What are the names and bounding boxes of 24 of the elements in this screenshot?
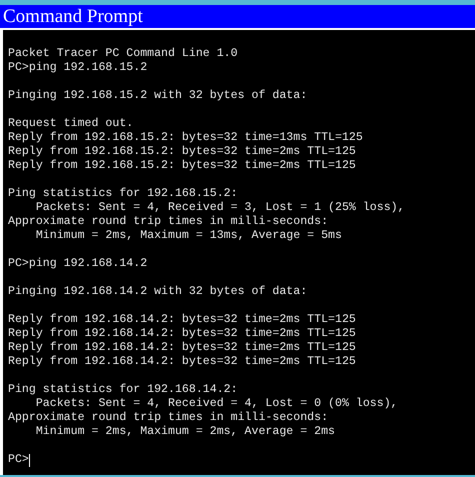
console-line: Packets: Sent = 4, Received = 4, Lost = 0 (0% loss),: [34, 397, 398, 411]
console-line: Ping statistics for 192.168.15.2:: [8, 187, 238, 201]
console-line: PC>ping 192.168.15.2: [8, 61, 148, 75]
console-line: Reply from 192.168.15.2: bytes=32 time=2ms TTL=125: [8, 159, 356, 173]
console-line: PC>ping 192.168.14.2: [8, 257, 148, 271]
console-line: Reply from 192.168.14.2: bytes=32 time=2ms TTL=125: [8, 341, 356, 355]
console-line: Request timed out.: [8, 117, 134, 131]
console-line: Packets: Sent = 4, Received = 3, Lost = 1 (25% loss),: [34, 201, 405, 215]
console-line: Minimum = 2ms, Maximum = 13ms, Average = 5ms: [34, 229, 342, 243]
console-line: Reply from 192.168.15.2: bytes=32 time=2ms TTL=125: [8, 145, 356, 159]
window-title: Command Prompt: [0, 5, 475, 28]
console-line: Ping statistics for 192.168.14.2:: [8, 383, 238, 397]
console-line: Reply from 192.168.14.2: bytes=32 time=2ms TTL=125: [8, 355, 356, 369]
console-line: Approximate round trip times in milli-seconds:: [8, 215, 328, 229]
console-line: Pinging 192.168.15.2 with 32 bytes of data:: [8, 89, 308, 103]
console-line: Reply from 192.168.14.2: bytes=32 time=2ms TTL=125: [8, 313, 356, 327]
text-cursor: [28, 454, 30, 466]
console-line: Reply from 192.168.15.2: bytes=32 time=13ms TTL=125: [8, 131, 363, 145]
console-line: Packet Tracer PC Command Line 1.0: [8, 47, 238, 61]
console-line: PC>: [8, 453, 29, 467]
console-line: Pinging 192.168.14.2 with 32 bytes of data:: [8, 285, 308, 299]
console-line: Reply from 192.168.14.2: bytes=32 time=2ms TTL=125: [8, 327, 356, 341]
console-line: Minimum = 2ms, Maximum = 2ms, Average = 2ms: [34, 425, 335, 439]
console-line: Approximate round trip times in milli-seconds:: [8, 411, 328, 425]
